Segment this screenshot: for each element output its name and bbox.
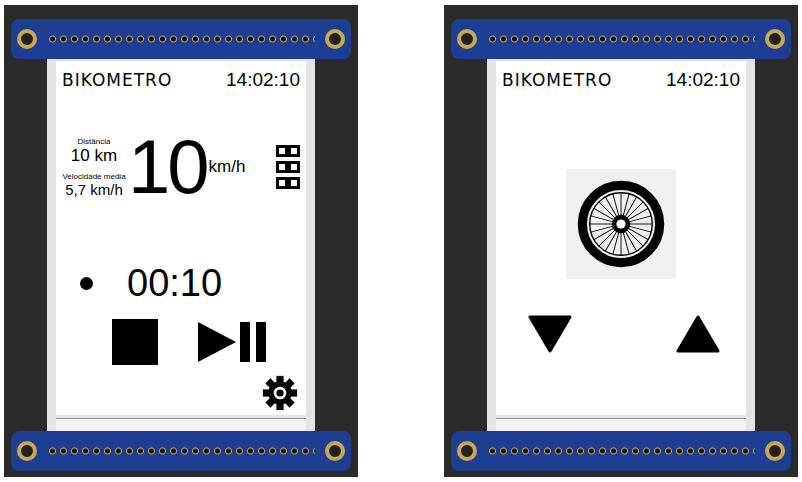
stats: Distância 10 km Velocidade media 5,7 km/… (62, 137, 126, 198)
settings-row (62, 375, 300, 411)
pin-row (47, 446, 315, 456)
timer: 00:10 (127, 263, 222, 305)
clock: 14:02:10 (226, 69, 300, 91)
play-pause-button[interactable] (198, 320, 268, 364)
speed-value: 10 (128, 129, 207, 205)
recording-dot (80, 277, 93, 290)
avg-speed-value: 5,7 km/h (65, 181, 123, 198)
flex-cable (56, 418, 306, 431)
flex-cable (496, 418, 746, 431)
mount-hole (457, 441, 477, 461)
gear-icon[interactable] (262, 375, 298, 411)
screen-bezel: BIKOMETRO 14:02:10 Distância 10 km Veloc… (47, 59, 315, 431)
controls (62, 319, 300, 365)
distance-value: 10 km (71, 146, 117, 166)
down-arrow-icon[interactable] (528, 315, 572, 353)
mount-hole (325, 29, 345, 49)
distance-label: Distância (78, 137, 111, 146)
display: BIKOMETRO 14:02:10 (496, 61, 746, 415)
speed-panel: Distância 10 km Velocidade media 5,7 km/… (62, 129, 300, 205)
header: BIKOMETRO 14:02:10 (62, 67, 300, 93)
pin-row (487, 446, 755, 456)
avg-speed-label: Velocidade media (62, 172, 125, 181)
device-photo: BIKOMETRO 14:02:10 (444, 5, 798, 477)
wheel-picture (566, 169, 676, 279)
pin-header (11, 19, 351, 59)
pin-row (487, 34, 755, 44)
pin-row (47, 34, 315, 44)
arrow-row (502, 315, 740, 353)
pin-header (11, 431, 351, 471)
screen-bezel: BIKOMETRO 14:02:10 (487, 59, 755, 431)
up-arrow-icon[interactable] (676, 315, 720, 353)
pin-header (451, 431, 791, 471)
display: BIKOMETRO 14:02:10 Distância 10 km Veloc… (56, 61, 306, 415)
mount-hole (457, 29, 477, 49)
mount-hole (765, 441, 785, 461)
logo: BIKOMETRO (62, 70, 172, 90)
logo: BIKOMETRO (502, 70, 612, 90)
mount-hole (325, 441, 345, 461)
page: BIKOMETRO 14:02:10 Distância 10 km Veloc… (0, 0, 802, 482)
header: BIKOMETRO 14:02:10 (502, 67, 740, 93)
stop-button[interactable] (112, 319, 158, 365)
timer-row: 00:10 (62, 263, 300, 305)
speed-unit: km/h (209, 157, 246, 177)
mount-hole (17, 441, 37, 461)
clock: 14:02:10 (666, 69, 740, 91)
mount-hole (765, 29, 785, 49)
wheel-icon (575, 178, 667, 270)
pin-header (451, 19, 791, 59)
menu-icon[interactable] (276, 143, 300, 191)
device-photo: BIKOMETRO 14:02:10 Distância 10 km Veloc… (4, 5, 358, 477)
mount-hole (17, 29, 37, 49)
